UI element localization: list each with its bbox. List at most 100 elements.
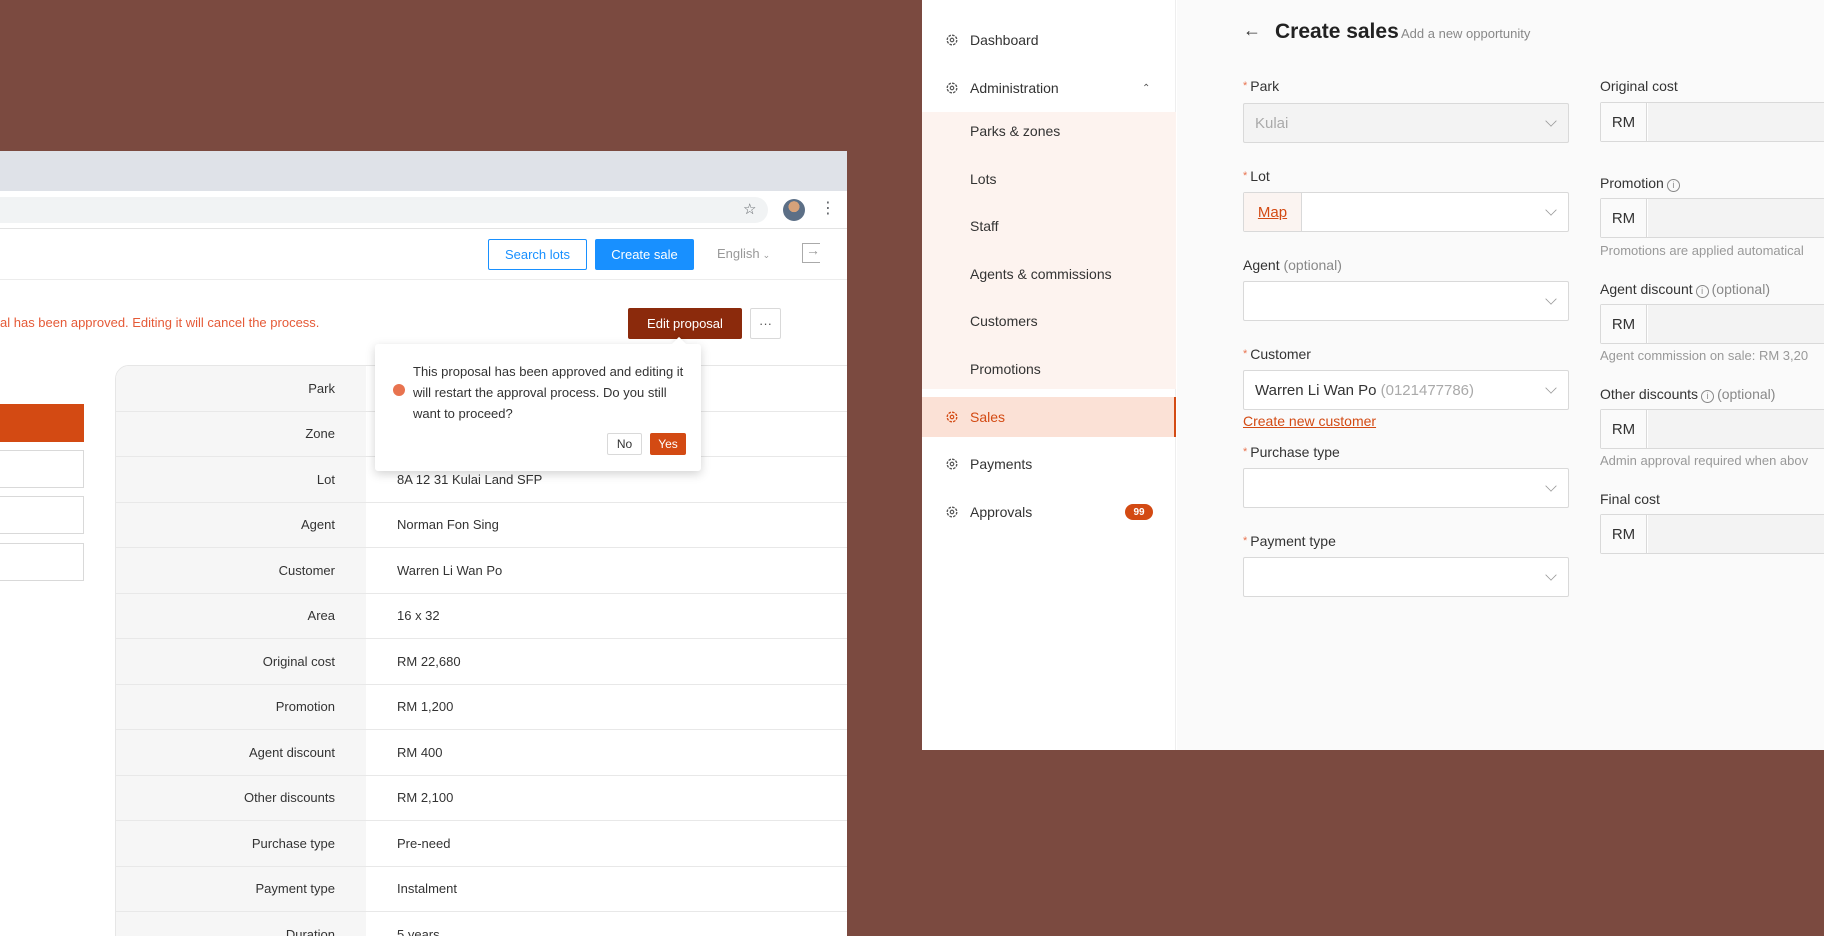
- other-discounts-hint: Admin approval required when abov: [1600, 453, 1809, 468]
- left-field-3[interactable]: [0, 543, 84, 581]
- sidebar-item-approvals[interactable]: Approvals 99: [922, 492, 1176, 532]
- payment-type-label: * Payment type: [1243, 533, 1336, 549]
- left-field-1[interactable]: [0, 450, 84, 488]
- park-value: Kulai: [1255, 115, 1289, 132]
- final-cost-input[interactable]: RM: [1600, 514, 1824, 554]
- sidebar-item-payments[interactable]: Payments: [922, 444, 1176, 484]
- purchase-type-label: * Purchase type: [1243, 444, 1340, 460]
- approval-warning: al has been approved. Editing it will ca…: [0, 315, 320, 330]
- chevron-down-icon: [1545, 204, 1557, 216]
- gear-icon: [946, 458, 958, 470]
- agent-discount-label-text: Agent discount: [1600, 281, 1693, 297]
- detail-label: Other discounts: [116, 775, 366, 820]
- chevron-up-icon: ⌃: [1142, 82, 1151, 94]
- table-row: Agent discount RM 400: [116, 730, 847, 776]
- administration-submenu: [922, 112, 1176, 389]
- sidebar-item-sales[interactable]: Sales: [922, 397, 1176, 437]
- no-button[interactable]: No: [607, 433, 642, 455]
- park-label-text: Park: [1250, 78, 1280, 94]
- promotion-input[interactable]: RM: [1600, 198, 1824, 238]
- approvals-count-badge: 99: [1125, 504, 1153, 520]
- table-row: Area 16 x 32: [116, 593, 847, 639]
- agent-select[interactable]: [1243, 281, 1569, 321]
- info-icon[interactable]: i: [1666, 179, 1680, 192]
- back-arrow-icon[interactable]: ←: [1243, 20, 1261, 41]
- park-select[interactable]: Kulai: [1243, 103, 1569, 143]
- customer-value: Warren Li Wan Po (0121477786): [1255, 382, 1474, 399]
- language-select[interactable]: English ⌄: [717, 246, 770, 261]
- detail-label: Agent: [116, 502, 366, 547]
- kebab-menu-icon[interactable]: ⋮: [820, 199, 836, 219]
- star-icon[interactable]: ☆: [743, 200, 756, 218]
- logout-icon[interactable]: [802, 242, 820, 263]
- optional-tag: (optional): [1283, 257, 1342, 273]
- app-header: Search lots Create sale English ⌄: [0, 230, 847, 280]
- gear-icon: [946, 34, 958, 46]
- more-actions-button[interactable]: ···: [750, 308, 781, 339]
- sidebar-item-lots[interactable]: Lots: [970, 171, 996, 187]
- optional-tag: (optional): [1717, 386, 1776, 402]
- warning-icon: [393, 384, 405, 396]
- table-row: Payment type Instalment: [116, 866, 847, 912]
- search-lots-button[interactable]: Search lots: [488, 239, 587, 270]
- sidebar-item-staff[interactable]: Staff: [970, 218, 999, 234]
- sidebar-item-customers[interactable]: Customers: [970, 313, 1038, 329]
- detail-value: RM 1,200: [397, 699, 454, 715]
- sidebar-item-dashboard[interactable]: Dashboard: [922, 20, 1176, 60]
- detail-label: Customer: [116, 548, 366, 593]
- yes-button[interactable]: Yes: [650, 433, 686, 455]
- original-cost-label: Original cost: [1600, 78, 1678, 94]
- url-field[interactable]: [0, 197, 768, 223]
- agent-discount-input[interactable]: RM: [1600, 304, 1824, 344]
- other-discounts-label: Other discounts i (optional): [1600, 386, 1775, 403]
- lot-label-text: Lot: [1250, 168, 1270, 184]
- sidebar-item-administration[interactable]: Administration ⌃: [922, 68, 1176, 108]
- promotion-label: Promotion i: [1600, 175, 1683, 192]
- optional-tag: (optional): [1711, 281, 1770, 297]
- purchase-type-select[interactable]: [1243, 468, 1569, 508]
- language-label: English: [717, 246, 760, 261]
- left-primary-block[interactable]: [0, 404, 84, 442]
- detail-label: Area: [116, 593, 366, 638]
- info-icon[interactable]: i: [1701, 390, 1715, 403]
- currency-addon: RM: [1601, 515, 1647, 553]
- original-cost-field[interactable]: [1648, 103, 1824, 141]
- promotion-field[interactable]: [1648, 199, 1824, 237]
- final-cost-field[interactable]: [1648, 515, 1824, 553]
- lot-select[interactable]: Map: [1243, 192, 1569, 232]
- gear-icon: [946, 411, 958, 423]
- create-new-customer-link[interactable]: Create new customer: [1243, 413, 1376, 429]
- page-subtitle: Add a new opportunity: [1401, 26, 1531, 41]
- currency-addon: RM: [1601, 410, 1647, 448]
- detail-label: Zone: [116, 411, 366, 456]
- map-link[interactable]: Map: [1244, 193, 1302, 231]
- chevron-down-icon: [1545, 115, 1557, 127]
- info-icon[interactable]: i: [1695, 285, 1709, 298]
- table-row: Original cost RM 22,680: [116, 639, 847, 685]
- other-discounts-field[interactable]: [1648, 410, 1824, 448]
- sidebar-item-parks-zones[interactable]: Parks & zones: [970, 123, 1060, 139]
- create-sales-window: Dashboard Administration ⌃ Parks & zones…: [922, 0, 1824, 750]
- avatar[interactable]: [783, 199, 805, 221]
- sidebar-item-agents[interactable]: Agents & commissions: [970, 266, 1112, 282]
- original-cost-input[interactable]: RM: [1600, 102, 1824, 142]
- left-field-2[interactable]: [0, 496, 84, 534]
- payment-type-select[interactable]: [1243, 557, 1569, 597]
- create-sale-button[interactable]: Create sale: [595, 239, 694, 270]
- final-cost-label: Final cost: [1600, 491, 1660, 507]
- detail-value: RM 400: [397, 744, 443, 760]
- customer-phone: (0121477786): [1380, 382, 1475, 399]
- table-row: Promotion RM 1,200: [116, 684, 847, 730]
- customer-select[interactable]: Warren Li Wan Po (0121477786): [1243, 370, 1569, 410]
- table-row: Customer Warren Li Wan Po: [116, 548, 847, 594]
- detail-value: Warren Li Wan Po: [397, 562, 503, 578]
- detail-value: 5 years: [397, 926, 440, 936]
- edit-proposal-button[interactable]: Edit proposal: [628, 308, 742, 339]
- purchase-type-label-text: Purchase type: [1250, 444, 1340, 460]
- agent-label-text: Agent: [1243, 257, 1280, 273]
- sidebar-item-promotions[interactable]: Promotions: [970, 361, 1041, 377]
- agent-discount-field[interactable]: [1648, 305, 1824, 343]
- sidebar-item-label: Dashboard: [970, 32, 1039, 48]
- detail-value: Norman Fon Sing: [397, 517, 499, 533]
- other-discounts-input[interactable]: RM: [1600, 409, 1824, 449]
